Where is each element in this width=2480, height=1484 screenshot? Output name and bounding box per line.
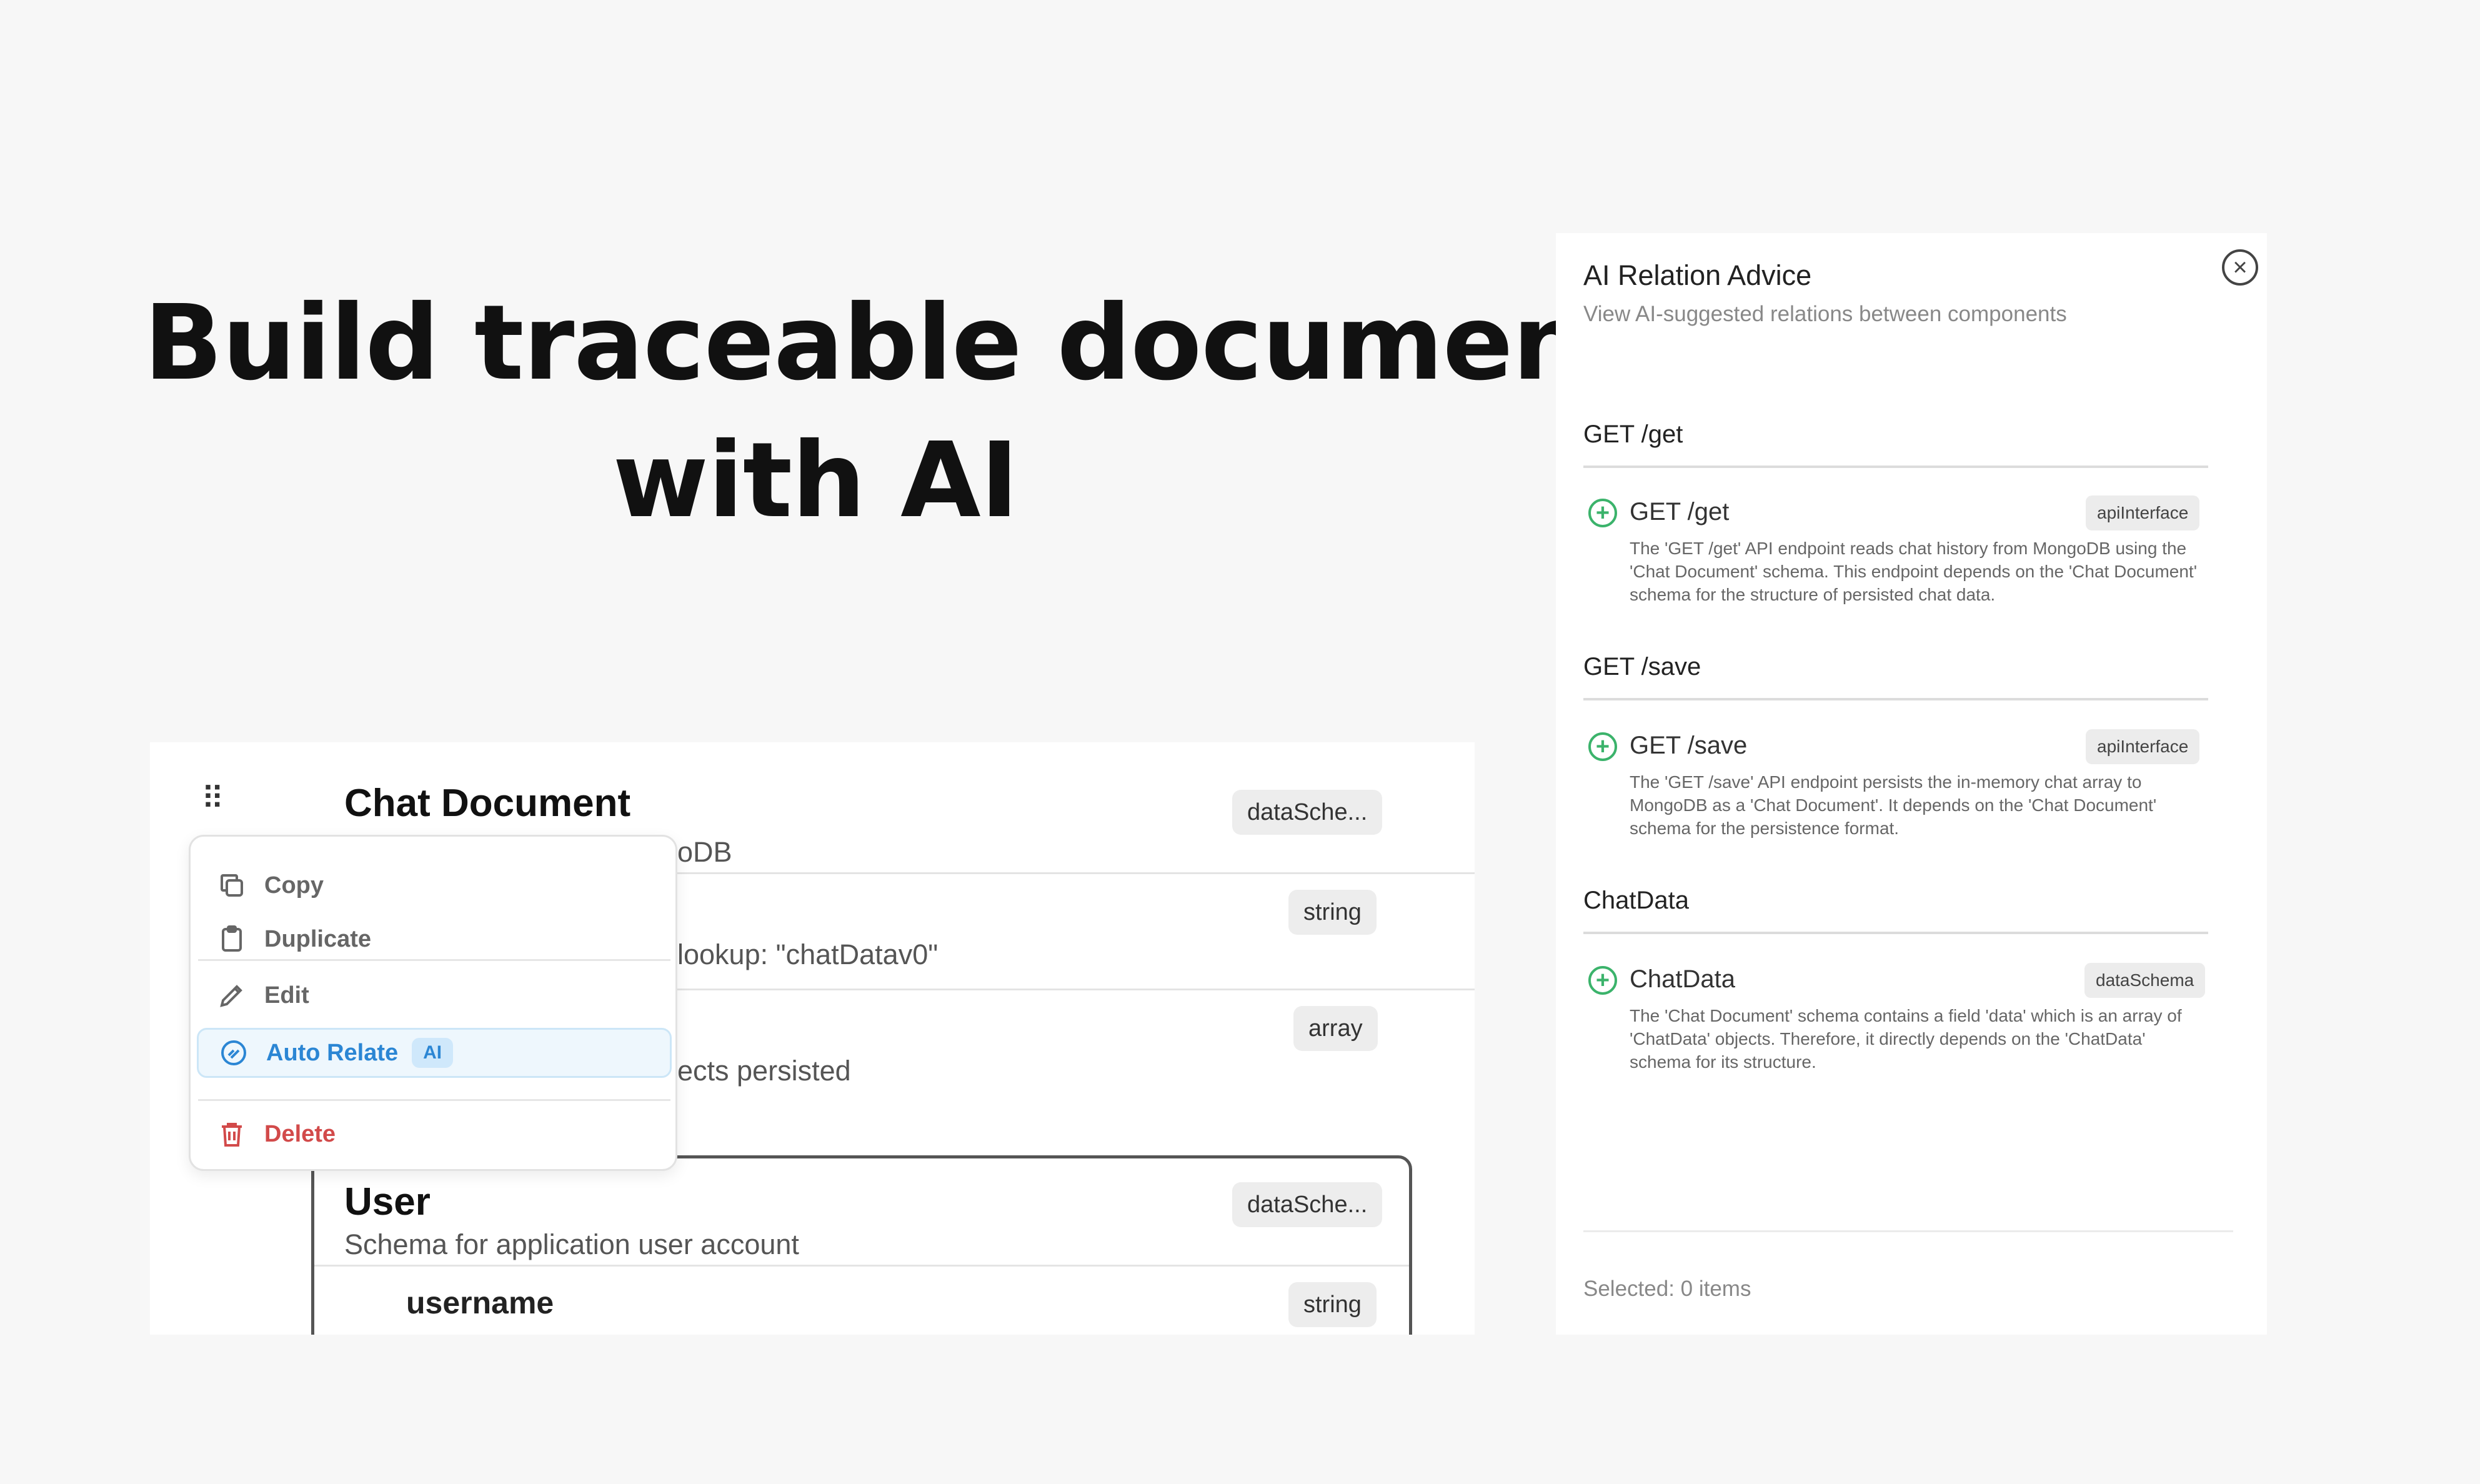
panel-subtitle: View AI-suggested relations between comp… — [1583, 302, 2067, 326]
group-divider — [1583, 698, 2208, 700]
menu-item-copy[interactable]: Copy — [197, 860, 672, 910]
hero-headline: Build traceable document with AI — [144, 275, 1635, 550]
ai-relation-advice-panel: AI Relation Advice View AI-suggested rel… — [1556, 233, 2267, 1335]
relation-item-title: ChatData — [1630, 965, 1735, 993]
panel-title: AI Relation Advice — [1583, 259, 1812, 291]
user-type-tag: dataSche... — [1232, 1182, 1383, 1227]
menu-label: Delete — [264, 1120, 336, 1147]
close-icon[interactable]: × — [2222, 249, 2258, 286]
chat-document-title: Chat Document — [344, 782, 631, 825]
relation-type-tag: apiInterface — [2086, 495, 2200, 530]
group-heading: ChatData — [1583, 887, 1689, 914]
drag-handle-icon[interactable]: ⠿ — [201, 783, 224, 814]
field-type-tag-array: array — [1293, 1006, 1378, 1051]
link-icon — [217, 1037, 250, 1069]
field-description: ects persisted — [677, 1055, 851, 1087]
username-type-tag: string — [1288, 1282, 1377, 1327]
pencil-icon — [216, 979, 248, 1012]
field-description: lookup: "chatDatav0" — [677, 939, 939, 970]
menu-label: Duplicate — [264, 925, 372, 952]
selection-count: Selected: 0 items — [1583, 1277, 1751, 1301]
add-relation-plus-icon[interactable]: + — [1588, 966, 1617, 995]
headline-line-2: with AI — [612, 421, 1019, 541]
chat-document-type-tag: dataSche... — [1232, 790, 1383, 835]
menu-label: Auto Relate — [266, 1039, 399, 1066]
menu-item-duplicate[interactable]: Duplicate — [197, 914, 672, 964]
menu-item-edit[interactable]: Edit — [197, 970, 672, 1020]
context-menu: Copy Duplicate Edit Auto Relate AI Delet… — [189, 835, 677, 1171]
field-type-tag-string: string — [1288, 890, 1377, 935]
ai-badge: AI — [412, 1038, 454, 1068]
relation-type-tag: dataSchema — [2084, 963, 2206, 998]
menu-label: Edit — [264, 982, 309, 1008]
headline-line-1: Build traceable document — [144, 283, 1635, 404]
relation-description: The 'GET /get' API endpoint reads chat h… — [1630, 539, 2198, 604]
clipboard-icon — [216, 923, 248, 955]
relation-type-tag: apiInterface — [2086, 729, 2200, 764]
relation-description: The 'Chat Document' schema contains a fi… — [1630, 1006, 2182, 1072]
menu-label: Copy — [264, 872, 324, 899]
chat-document-description: oDB — [677, 836, 732, 868]
menu-item-delete[interactable]: Delete — [197, 1109, 672, 1159]
menu-item-auto-relate[interactable]: Auto Relate AI — [197, 1028, 672, 1078]
relation-description: The 'GET /save' API endpoint persists th… — [1630, 772, 2157, 838]
footer-divider — [1583, 1230, 2233, 1232]
relation-item-title: GET /save — [1630, 732, 1748, 759]
add-relation-plus-icon[interactable]: + — [1588, 732, 1617, 761]
group-heading: GET /save — [1583, 653, 1701, 680]
group-divider — [1583, 932, 2208, 934]
user-title: User — [344, 1180, 431, 1223]
menu-separator — [198, 1099, 670, 1101]
copy-icon — [216, 869, 248, 902]
group-heading: GET /get — [1583, 421, 1683, 448]
trash-icon — [216, 1118, 248, 1150]
menu-separator — [198, 959, 670, 961]
add-relation-plus-icon[interactable]: + — [1588, 499, 1617, 527]
group-divider — [1583, 466, 2208, 468]
relation-item-title: GET /get — [1630, 498, 1730, 525]
username-field-name: username — [406, 1285, 554, 1320]
divider — [314, 1265, 1409, 1267]
user-description: Schema for application user account — [344, 1228, 799, 1260]
